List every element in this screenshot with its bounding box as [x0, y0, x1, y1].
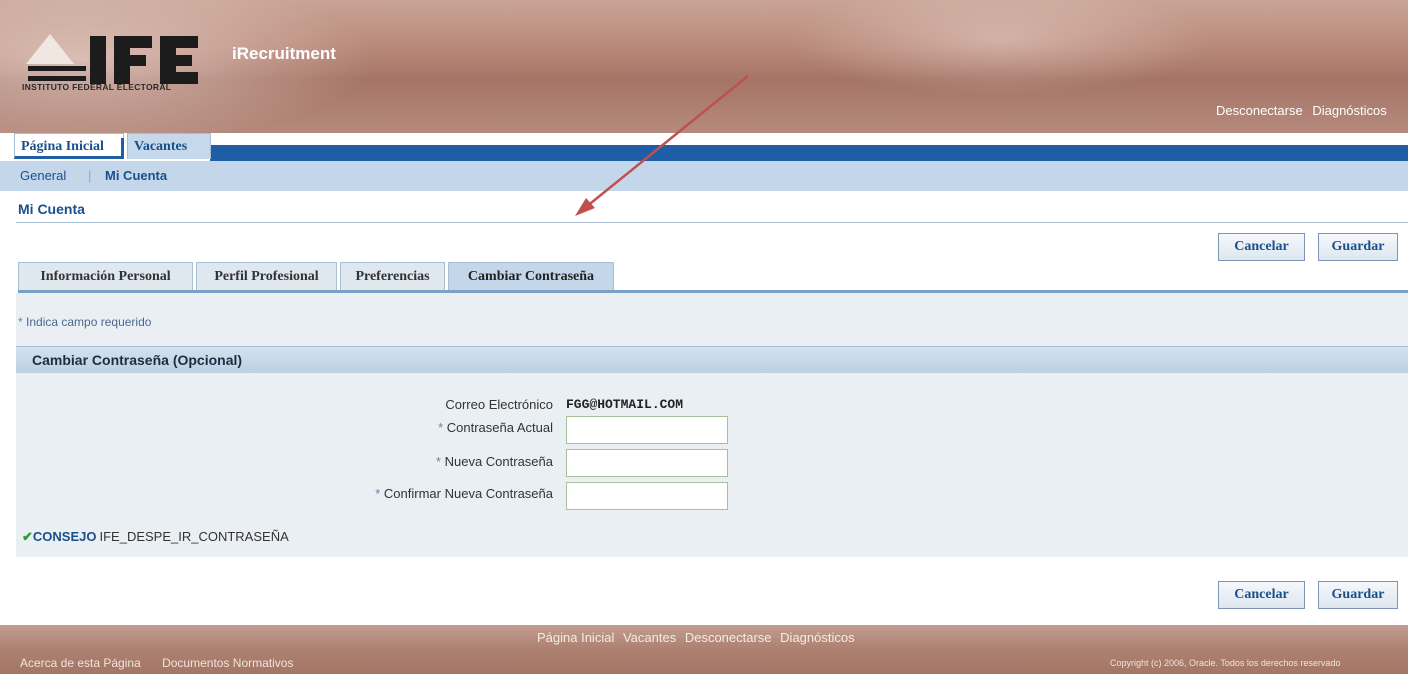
tab-home[interactable]: Página Inicial: [14, 133, 124, 159]
page-title: Mi Cuenta: [18, 201, 85, 217]
current-password-input[interactable]: [566, 416, 728, 444]
new-password-input[interactable]: [566, 449, 728, 477]
tab-bar: [0, 133, 1408, 161]
required-note: * Indica campo requerido: [18, 315, 152, 329]
section-title: Cambiar Contraseña (Opcional): [32, 352, 243, 368]
subtab-informacion-personal[interactable]: Información Personal: [18, 262, 193, 290]
normative-docs-link[interactable]: Documentos Normativos: [162, 656, 293, 670]
footer-link-home[interactable]: Página Inicial: [537, 630, 614, 645]
save-button[interactable]: Guardar: [1318, 233, 1398, 261]
app-title: iRecruitment: [232, 44, 336, 63]
tab-vacantes[interactable]: Vacantes: [127, 133, 211, 159]
new-password-label: * Nueva Contraseña: [435, 454, 553, 469]
confirm-password-input[interactable]: [566, 482, 728, 510]
tip-label: CONSEJO: [32, 529, 97, 544]
footer-link-diagnostics[interactable]: Diagnósticos: [780, 630, 854, 645]
email-value: FGG@HOTMAIL.COM: [566, 397, 684, 412]
diagnostics-link[interactable]: Diagnósticos: [1312, 103, 1386, 118]
footer-left-links: Acerca de esta Página Documentos Normati…: [20, 656, 311, 670]
save-button-bottom[interactable]: Guardar: [1318, 581, 1398, 609]
subnav-mi-cuenta[interactable]: Mi Cuenta: [105, 168, 167, 183]
footer-link-vacantes[interactable]: Vacantes: [623, 630, 676, 645]
current-password-label: * Contraseña Actual: [438, 420, 553, 435]
org-name: INSTITUTO FEDERAL ELECTORAL: [22, 82, 172, 92]
subnav-separator: |: [88, 168, 92, 183]
subnav-general[interactable]: General: [20, 168, 66, 183]
copyright-text: Copyright (c) 2006, Oracle. Todos los de…: [1110, 658, 1341, 668]
sub-navigation: General | Mi Cuenta: [0, 161, 1408, 191]
tip-text: IFE_DESPE_IR_CONTRASEÑA: [99, 529, 289, 544]
footer-link-logout[interactable]: Desconectarse: [685, 630, 772, 645]
cancel-button[interactable]: Cancelar: [1218, 233, 1305, 261]
logout-link[interactable]: Desconectarse: [1216, 103, 1303, 118]
confirm-password-label: * Confirmar Nueva Contraseña: [375, 486, 553, 501]
subtab-preferencias[interactable]: Preferencias: [340, 262, 445, 290]
footer-links: Página Inicial Vacantes Desconectarse Di…: [537, 630, 860, 645]
title-divider: [16, 222, 1408, 223]
subtab-cambiar-contrasena[interactable]: Cambiar Contraseña: [448, 262, 614, 290]
cancel-button-bottom[interactable]: Cancelar: [1218, 581, 1305, 609]
global-links: Desconectarse Diagnósticos: [1216, 103, 1393, 118]
about-page-link[interactable]: Acerca de esta Página: [20, 656, 141, 670]
subtab-perfil-profesional[interactable]: Perfil Profesional: [196, 262, 337, 290]
section-header: Cambiar Contraseña (Opcional): [16, 346, 1408, 373]
page-header: INSTITUTO FEDERAL ELECTORAL iRecruitment…: [0, 0, 1408, 133]
email-label: Correo Electrónico: [445, 397, 553, 412]
tip-message: ✔CONSEJO IFE_DESPE_IR_CONTRASEÑA: [22, 529, 289, 545]
checkmark-icon: ✔: [22, 529, 33, 544]
